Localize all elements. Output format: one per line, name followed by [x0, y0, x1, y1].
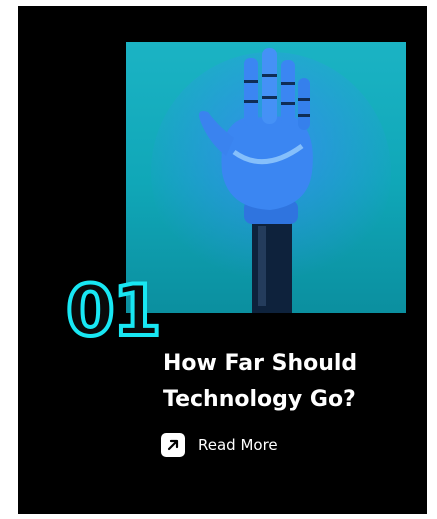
article-title[interactable]: How Far Should Technology Go? [163, 346, 403, 418]
arrow-up-right-icon [161, 433, 185, 457]
article-number: 01 [64, 270, 163, 352]
robotic-hand-image [126, 42, 406, 313]
blog-card[interactable]: 01 How Far Should Technology Go? Read Mo… [18, 6, 427, 514]
read-more-label: Read More [198, 436, 278, 454]
title-line-2: Technology Go? [163, 387, 356, 412]
read-more-link[interactable]: Read More [161, 433, 278, 457]
title-line-1: How Far Should [163, 351, 358, 376]
